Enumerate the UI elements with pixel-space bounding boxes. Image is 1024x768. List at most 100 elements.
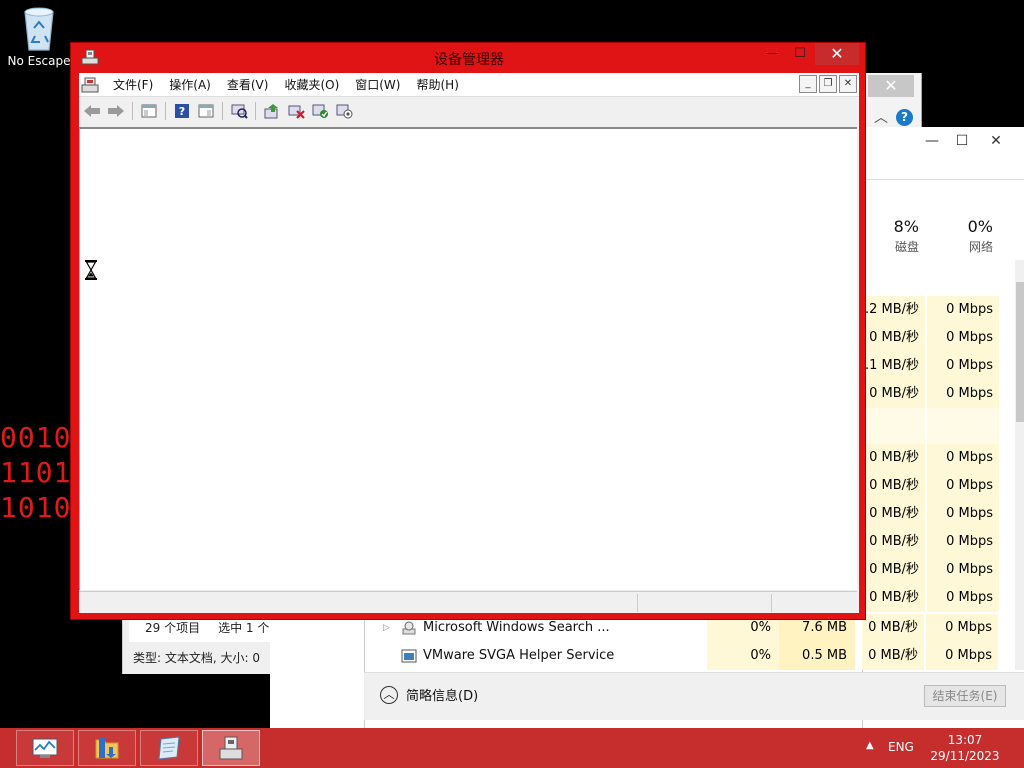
menu-window[interactable]: 窗口(W) — [347, 76, 408, 93]
mmc-document-icon[interactable] — [81, 77, 101, 93]
maximize-button[interactable]: ☐ — [787, 43, 813, 65]
fewer-details-label: 简略信息(D) — [406, 689, 479, 704]
taskbar-device-manager-button[interactable] — [202, 730, 260, 766]
window-title: 设备管理器 — [434, 52, 504, 68]
scan-hardware-icon[interactable] — [228, 100, 250, 122]
table-row[interactable]: .2 MB/秒 0 Mbps — [863, 296, 1015, 324]
taskbar-notepad-button[interactable] — [140, 730, 198, 766]
help-icon[interactable]: ? — [171, 100, 193, 122]
clock[interactable]: 13:07 29/11/2023 — [918, 732, 1012, 764]
disk-cell: 0 MB/秒 — [863, 584, 925, 612]
column-network[interactable]: 0% 网络 — [927, 217, 999, 255]
vertical-scrollbar[interactable] — [1015, 260, 1024, 670]
disk-cell: 0 MB/秒 — [863, 444, 925, 472]
minimize-button[interactable]: — — [759, 43, 785, 65]
disk-cell: 0 MB/秒 — [863, 556, 925, 584]
network-cell: 0 Mbps — [927, 380, 999, 408]
process-table-header: 8% 磁盘 0% 网络 — [863, 217, 1015, 259]
device-manager-icon — [219, 736, 243, 760]
network-cell: 0 Mbps — [927, 500, 999, 528]
taskbar-task-manager-button[interactable] — [16, 730, 74, 766]
process-table: .2 MB/秒 0 Mbps 0 MB/秒 0 Mbps .1 MB/秒 0 M… — [863, 260, 1015, 670]
network-cell: 0 Mbps — [927, 324, 999, 352]
search-service-icon — [402, 621, 416, 635]
chevron-up-icon[interactable]: ︿ — [874, 107, 888, 127]
fewer-details-button[interactable]: ︿ 简略信息(D) — [380, 685, 478, 704]
network-cell: 0 Mbps — [927, 556, 999, 584]
network-cell: 0 Mbps — [927, 444, 999, 472]
table-row[interactable]: .1 MB/秒 0 Mbps — [863, 352, 1015, 380]
file-info: 类型: 文本文档, 大小: 0 — [133, 650, 260, 665]
memory-cell: 0.5 MB — [779, 642, 855, 670]
close-button[interactable]: ✕ — [868, 75, 914, 97]
background-window: ✕ ︿ ? — [862, 73, 922, 131]
toolbar-separator — [255, 102, 256, 120]
uninstall-icon[interactable] — [285, 100, 307, 122]
status-divider — [771, 594, 772, 612]
table-row[interactable]: 0 MB/秒 0 Mbps — [863, 556, 1015, 584]
disk-cell: 0 MB/秒 — [862, 614, 924, 642]
status-bar — [79, 591, 857, 613]
disk-cell: 0 MB/秒 — [862, 642, 924, 670]
mdi-close-button[interactable]: ✕ — [839, 75, 857, 93]
clock-time: 13:07 — [947, 733, 983, 747]
scrollbar-thumb[interactable] — [1016, 282, 1024, 422]
table-row[interactable]: 0 MB/秒 0 Mbps — [863, 380, 1015, 408]
table-row[interactable]: 0 MB/秒 0 Mbps — [863, 500, 1015, 528]
network-cell: 0 Mbps — [926, 642, 998, 670]
mdi-restore-button[interactable]: ❐ — [819, 75, 837, 93]
disable-icon[interactable] — [333, 100, 355, 122]
table-row[interactable]: 0 MB/秒 0 Mbps — [862, 614, 1014, 642]
minimize-button[interactable]: — — [917, 130, 947, 152]
menu-help[interactable]: 帮助(H) — [408, 76, 466, 93]
network-label: 网络 — [968, 240, 993, 254]
console-tree-icon[interactable] — [138, 100, 160, 122]
menu-favorites[interactable]: 收藏夹(O) — [276, 76, 347, 93]
close-button[interactable]: ✕ — [815, 43, 859, 65]
toolbar-separator — [222, 102, 223, 120]
input-language-indicator[interactable]: ENG — [888, 740, 914, 754]
table-row[interactable]: 0 MB/秒 0 Mbps — [863, 528, 1015, 556]
recycle-bin-icon — [22, 6, 56, 52]
disk-cell: 0 MB/秒 — [863, 528, 925, 556]
menu-action[interactable]: 操作(A) — [161, 76, 219, 93]
cpu-cell: 0% — [707, 642, 779, 670]
maximize-button[interactable]: ☐ — [947, 130, 977, 152]
device-manager-titlebar[interactable]: 设备管理器 — ☐ ✕ — [71, 43, 867, 73]
mdi-minimize-button[interactable]: _ — [799, 75, 817, 93]
column-disk[interactable]: 8% 磁盘 — [863, 217, 925, 255]
menu-file[interactable]: 文件(F) — [105, 76, 161, 93]
menu-view[interactable]: 查看(V) — [219, 76, 277, 93]
process-name: VMware SVGA Helper Service — [423, 648, 615, 663]
task-manager-icon — [32, 738, 58, 758]
show-hidden-icons-button[interactable]: ▲ — [866, 740, 874, 751]
notepad-icon — [158, 736, 180, 760]
task-manager-footer: ︿ 简略信息(D) 结束任务(E) — [364, 672, 1024, 720]
table-row[interactable]: 0 MB/秒 0 Mbps — [863, 444, 1015, 472]
disk-cell: 0 MB/秒 — [863, 380, 925, 408]
update-driver-icon[interactable] — [261, 100, 283, 122]
back-icon[interactable] — [81, 100, 103, 122]
file-explorer-window: 29 个项目 选中 1 个 类型: 文本文档, 大小: 0 — [122, 612, 271, 674]
table-row[interactable]: 0 MB/秒 0 Mbps — [863, 472, 1015, 500]
enable-icon[interactable] — [309, 100, 331, 122]
help-icon[interactable]: ? — [896, 109, 913, 126]
binary-line: 1010 — [0, 491, 72, 524]
disk-label: 磁盘 — [894, 240, 919, 254]
wallpaper-binary-text: 0010 1101 1010 — [0, 420, 71, 525]
device-tree-pane[interactable] — [79, 127, 857, 590]
table-row[interactable]: 0 MB/秒 0 Mbps — [862, 642, 1014, 670]
table-row[interactable]: 0 MB/秒 0 Mbps — [863, 584, 1015, 612]
action-pane-icon[interactable] — [195, 100, 217, 122]
device-manager-window: 设备管理器 — ☐ ✕ 文件(F) 操作(A) 查看(V) 收藏夹(O) 窗口(… — [70, 42, 866, 620]
taskbar-file-explorer-button[interactable] — [78, 730, 136, 766]
chevron-up-icon: ︿ — [380, 685, 398, 704]
close-button[interactable]: ✕ — [981, 130, 1011, 152]
table-row[interactable]: 0 MB/秒 0 Mbps — [863, 324, 1015, 352]
network-cell: 0 Mbps — [927, 296, 999, 324]
end-task-button[interactable]: 结束任务(E) — [924, 685, 1006, 707]
forward-icon[interactable] — [105, 100, 127, 122]
table-row[interactable]: VMware SVGA Helper Service 0% 0.5 MB — [365, 642, 863, 670]
explorer-pane — [270, 612, 370, 728]
recycle-bin-shortcut[interactable]: No Escape — [4, 6, 74, 68]
